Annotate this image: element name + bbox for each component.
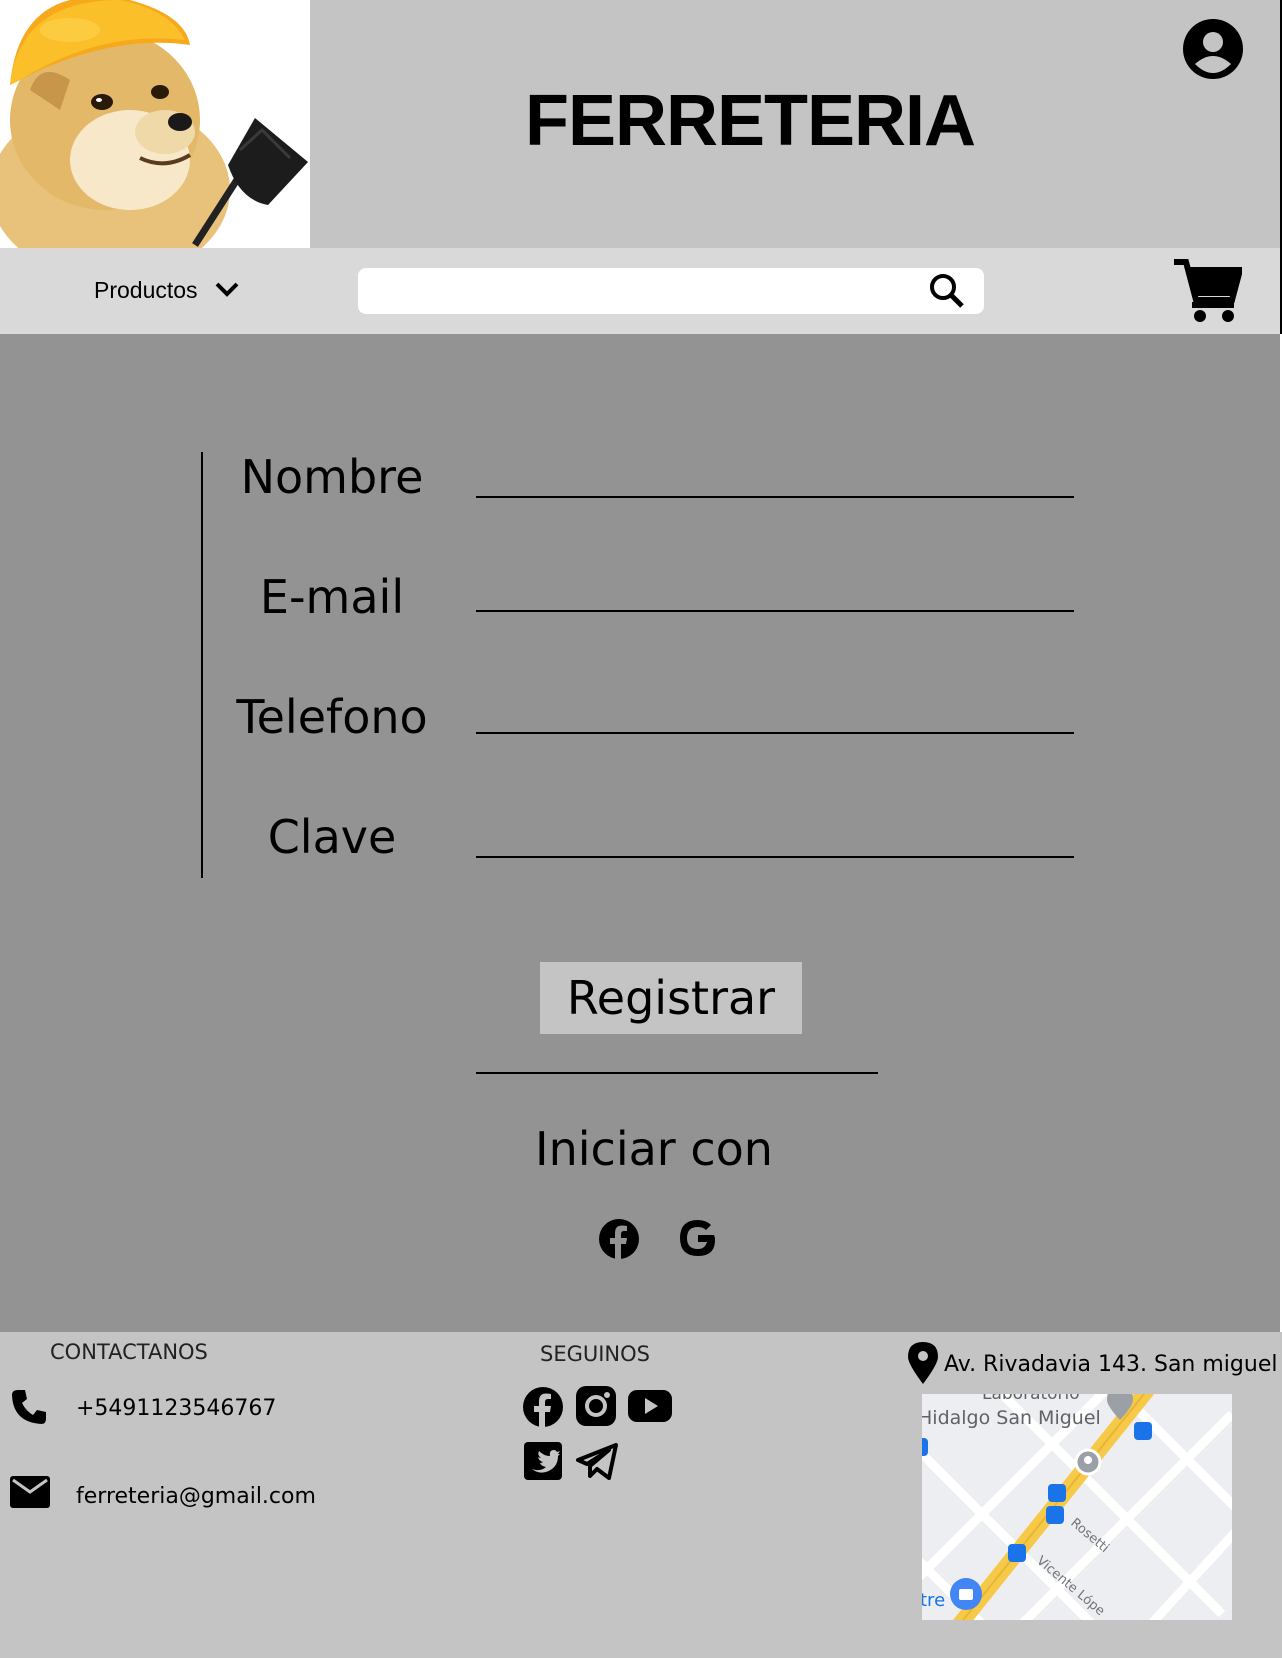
phone-field-underline — [476, 732, 1074, 734]
email-label: E-mail — [259, 570, 405, 624]
phone-icon — [10, 1388, 48, 1426]
password-label: Clave — [267, 810, 397, 864]
search-input[interactable] — [372, 274, 916, 310]
youtube-icon[interactable] — [628, 1388, 672, 1430]
search-icon[interactable] — [928, 272, 966, 310]
name-field-underline — [476, 496, 1074, 498]
contact-heading: CONTACTANOS — [50, 1340, 208, 1364]
telegram-icon[interactable] — [576, 1442, 618, 1484]
google-icon[interactable] — [676, 1216, 720, 1260]
store-address: Av. Rivadavia 143. San miguel — [944, 1352, 1278, 1377]
chevron-down-icon — [215, 282, 238, 297]
shopping-cart-icon[interactable] — [1172, 256, 1244, 326]
site-logo[interactable] — [0, 0, 310, 248]
map-label-hidalgo: Hidalgo San Miguel — [922, 1407, 1101, 1429]
login-with-label: Iniciar con — [535, 1122, 773, 1176]
register-button[interactable]: Registrar — [540, 962, 802, 1034]
facebook-icon[interactable] — [598, 1218, 640, 1260]
user-account-icon[interactable] — [1182, 18, 1244, 80]
password-field-underline — [476, 856, 1074, 858]
location-pin-icon — [908, 1342, 938, 1386]
search-bar — [358, 268, 984, 314]
twitter-icon[interactable] — [524, 1442, 566, 1484]
facebook-icon[interactable] — [522, 1386, 564, 1428]
products-dropdown[interactable]: Productos — [94, 272, 240, 308]
doge-logo-image — [0, 0, 310, 248]
site-title: FERRETERIA — [524, 81, 976, 161]
email-icon — [10, 1476, 50, 1508]
email-field[interactable] — [476, 566, 1078, 612]
map-label-tre: tre — [922, 1590, 945, 1611]
follow-heading: SEGUINOS — [540, 1342, 651, 1366]
products-dropdown-label: Productos — [94, 276, 198, 303]
map-label-laboratorio: Laboratorio — [982, 1394, 1080, 1404]
name-field[interactable] — [476, 452, 1078, 498]
name-label: Nombre — [240, 450, 424, 504]
phone-field[interactable] — [476, 688, 1078, 734]
location-map[interactable]: Laboratorio Hidalgo San Miguel Rosetti V… — [922, 1394, 1232, 1620]
contact-email[interactable]: ferreteria@gmail.com — [76, 1484, 316, 1509]
phone-label: Telefono — [236, 690, 428, 744]
contact-phone[interactable]: +5491123546767 — [76, 1396, 276, 1421]
form-vertical-rule — [201, 452, 203, 878]
email-field-underline — [476, 610, 1074, 612]
instagram-icon[interactable] — [576, 1386, 618, 1428]
section-divider — [476, 1072, 878, 1074]
password-field[interactable] — [476, 812, 1078, 858]
